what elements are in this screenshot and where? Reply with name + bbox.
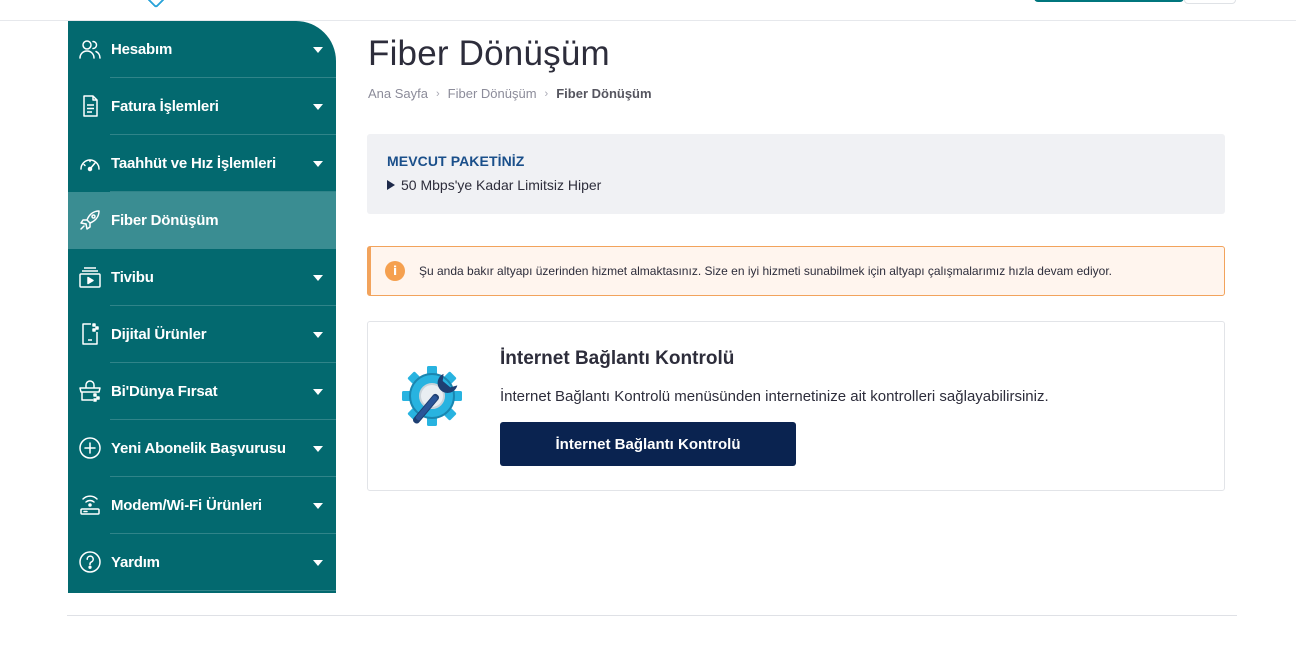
chevron-down-icon [313, 389, 323, 395]
users-icon [78, 37, 102, 61]
current-package-box: MEVCUT PAKETİNİZ 50 Mbps'ye Kadar Limits… [367, 134, 1225, 214]
breadcrumb-link-fiber[interactable]: Fiber Dönüşüm [448, 86, 537, 101]
sidebar-item-yardim[interactable]: Yardım [68, 534, 336, 591]
sidebar-item-hesabim[interactable]: Hesabım [68, 21, 336, 78]
chevron-down-icon [313, 161, 323, 167]
info-alert: i Şu anda bakır altyapı üzerinden hizmet… [367, 246, 1225, 296]
sidebar-item-bidunya-firsat[interactable]: Bi'Dünya Fırsat [68, 363, 336, 420]
breadcrumb-current: Fiber Dönüşüm [556, 86, 652, 101]
rocket-icon [78, 208, 102, 232]
sidebar-item-modem-wifi[interactable]: Modem/Wi-Fi Ürünleri [68, 477, 336, 534]
footer-divider [67, 615, 1237, 616]
chevron-right-icon: › [436, 87, 440, 100]
shopping-basket-icon [78, 379, 102, 403]
chevron-down-icon [313, 560, 323, 566]
play-triangle-icon [387, 180, 395, 190]
chevron-down-icon [313, 503, 323, 509]
package-row: 50 Mbps'ye Kadar Limitsiz Hiper [387, 177, 1205, 193]
sidebar-item-label: Modem/Wi-Fi Ürünleri [111, 497, 262, 514]
logo-fragment[interactable] [147, 0, 165, 9]
header-secondary-button[interactable] [1184, 0, 1236, 4]
question-circle-icon [78, 550, 102, 574]
chevron-down-icon [313, 332, 323, 338]
chevron-right-icon: › [544, 87, 549, 100]
sidebar-item-dijital-urunler[interactable]: Dijital Ürünler [68, 306, 336, 363]
sidebar-item-label: Yeni Abonelik Başvurusu [111, 440, 286, 457]
sidebar-item-fatura[interactable]: Fatura İşlemleri [68, 78, 336, 135]
digital-device-icon [78, 322, 102, 346]
plus-circle-icon [78, 436, 102, 460]
sidebar-item-fiber-donusum[interactable]: Fiber Dönüşüm [68, 192, 336, 249]
sidebar-item-label: Yardım [111, 554, 160, 571]
breadcrumb-link-home[interactable]: Ana Sayfa [368, 86, 428, 101]
connection-check-button[interactable]: İnternet Bağlantı Kontrolü [500, 422, 796, 466]
wifi-router-icon [78, 493, 102, 517]
sidebar-menu: Hesabım Fatura İşlemleri Taahhüt ve Hız … [68, 21, 336, 593]
top-header [0, 0, 1296, 21]
sidebar-item-label: Hesabım [111, 41, 173, 58]
chevron-down-icon [313, 47, 323, 53]
sidebar-item-tivibu[interactable]: Tivibu [68, 249, 336, 306]
card-title: İnternet Bağlantı Kontrolü [500, 348, 735, 369]
alert-message: Şu anda bakır altyapı üzerinden hizmet a… [419, 264, 1112, 278]
sidebar-item-label: Fiber Dönüşüm [111, 212, 219, 229]
connection-check-card: İnternet Bağlantı Kontrolü İnternet Bağl… [367, 321, 1225, 491]
tv-play-icon [78, 265, 102, 289]
package-heading: MEVCUT PAKETİNİZ [387, 153, 525, 169]
sidebar-item-label: Tivibu [111, 269, 154, 286]
sidebar-item-label: Dijital Ürünler [111, 326, 207, 343]
sidebar-item-yeni-abonelik[interactable]: Yeni Abonelik Başvurusu [68, 420, 336, 477]
page-title: Fiber Dönüşüm [368, 34, 610, 73]
speedometer-icon [78, 151, 102, 175]
sidebar-item-label: Taahhüt ve Hız İşlemleri [111, 155, 276, 172]
chevron-down-icon [313, 104, 323, 110]
sidebar-item-taahhut[interactable]: Taahhüt ve Hız İşlemleri [68, 135, 336, 192]
chevron-down-icon [313, 275, 323, 281]
sidebar-item-label: Fatura İşlemleri [111, 98, 219, 115]
document-icon [78, 94, 102, 118]
package-name: 50 Mbps'ye Kadar Limitsiz Hiper [401, 177, 602, 193]
chevron-down-icon [313, 446, 323, 452]
breadcrumb: Ana Sayfa › Fiber Dönüşüm › Fiber Dönüşü… [368, 86, 652, 101]
gear-wrench-icon [402, 362, 468, 434]
card-description: İnternet Bağlantı Kontrolü menüsünden in… [500, 388, 1049, 405]
info-icon: i [385, 261, 405, 281]
sidebar-item-label: Bi'Dünya Fırsat [111, 383, 218, 400]
header-primary-button[interactable] [1034, 0, 1184, 2]
